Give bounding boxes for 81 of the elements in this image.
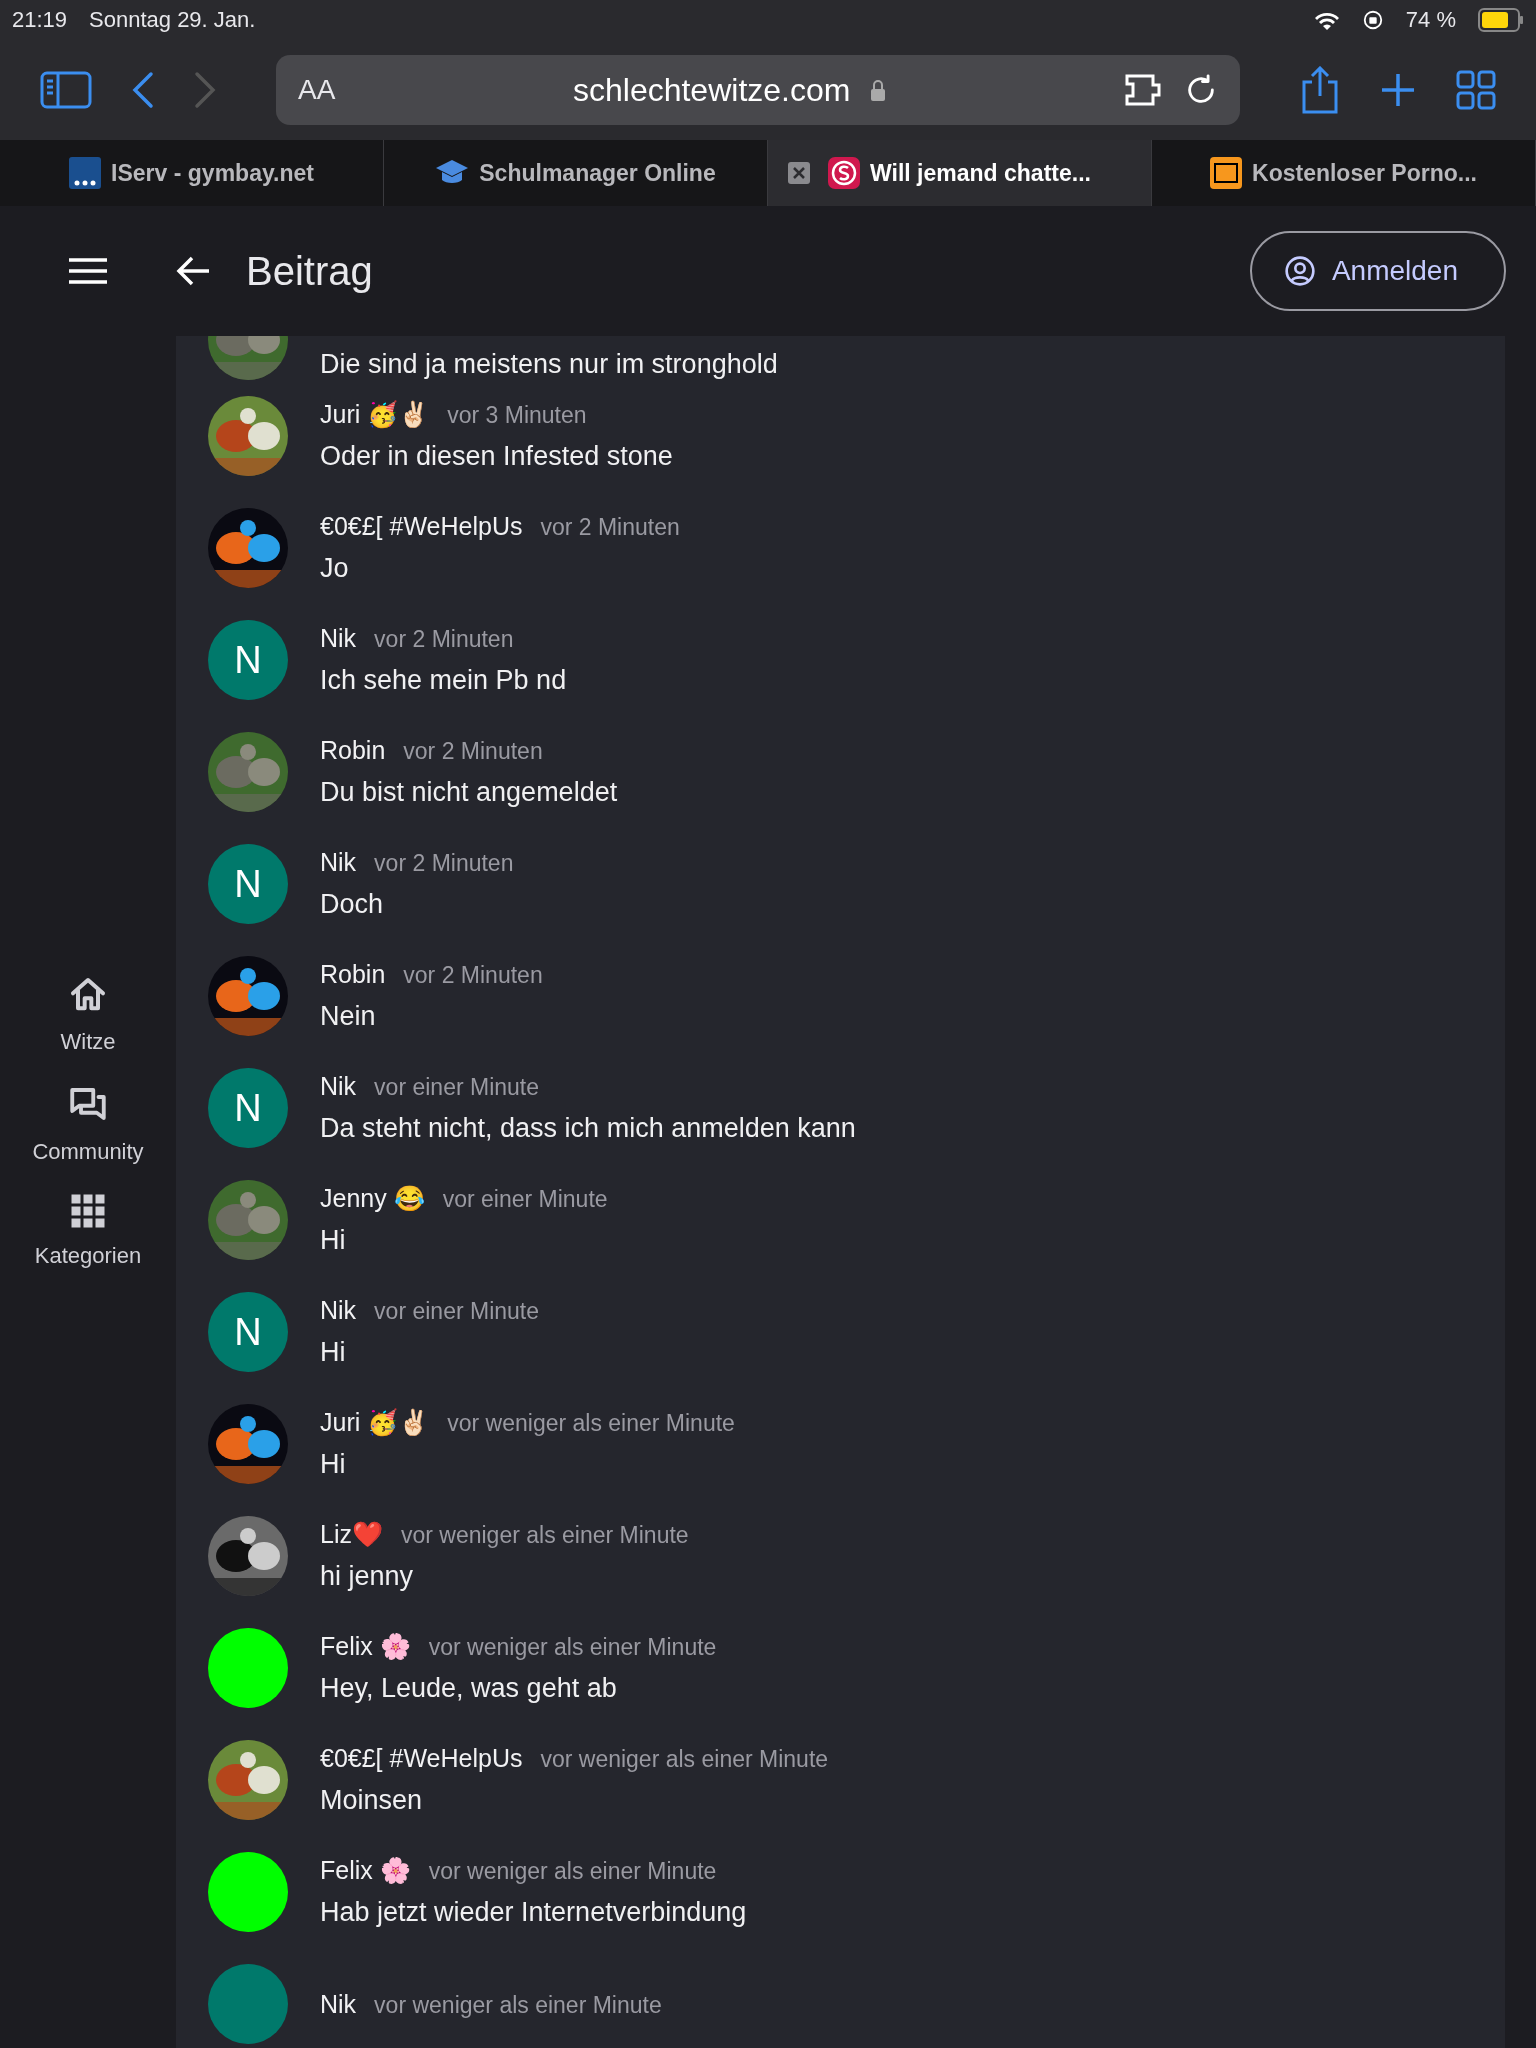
comment-time: vor einer Minute [442, 1186, 608, 1213]
comment-author: Felix 🌸 [320, 1632, 411, 1661]
comment-text: Hi [320, 1449, 347, 1480]
comment-author: Nik [320, 1989, 357, 2019]
comment-text: Jo [320, 553, 350, 584]
sidebar-item[interactable]: Kategorien [0, 1193, 176, 1269]
address-bar[interactable]: AA schlechtewitze.com [276, 55, 1240, 125]
avatar: N [208, 1068, 288, 1148]
comment-text: Da steht nicht, dass ich mich anmelden kann [320, 1113, 856, 1144]
favicon-icon [1210, 157, 1243, 189]
comment-text: Nein [320, 1001, 377, 1032]
comment-author: Juri 🥳✌🏻 [320, 400, 430, 429]
comment-author: Juri 🥳✌🏻 [320, 1408, 430, 1437]
status-time: 21:19 [12, 7, 68, 33]
comment-time: vor weniger als einer Minute [428, 1858, 717, 1885]
menu-icon[interactable] [69, 257, 107, 285]
close-icon[interactable] [788, 162, 810, 184]
comment-time: vor einer Minute [374, 1074, 540, 1101]
comment-time: vor 2 Minuten [403, 738, 543, 765]
comment-author: Robin [320, 736, 386, 765]
comment-text: Hi [320, 1225, 347, 1256]
browser-tab[interactable]: Will jemand chatte... [768, 140, 1152, 206]
page-title: Beitrag [246, 248, 373, 294]
favicon-icon [828, 157, 861, 189]
sidebar-item[interactable]: Witze [0, 975, 176, 1055]
wifi-icon [1313, 10, 1340, 30]
battery-level: 74 % [1405, 7, 1456, 33]
comment-author: Jenny 😂 [320, 1184, 425, 1213]
sidebar-item[interactable]: Community [0, 1083, 176, 1165]
grid-icon [70, 1193, 106, 1229]
lock-icon [870, 79, 887, 101]
back-arrow-icon[interactable] [176, 256, 210, 286]
comment-time: vor 2 Minuten [403, 962, 543, 989]
comment-author: €0€£[ #WeHelpUs [320, 1744, 523, 1773]
comment-text: Moinsen [320, 1785, 424, 1816]
comment-time: vor weniger als einer Minute [447, 1410, 735, 1437]
comment-text: hi jenny [320, 1561, 415, 1592]
comment-time: vor 2 Minuten [374, 850, 514, 877]
comment-author: Nik [320, 848, 357, 877]
avatar: N [208, 620, 288, 700]
comment-time: vor weniger als einer Minute [374, 1991, 662, 2019]
battery-icon [1478, 8, 1524, 32]
comment-author: Felix 🌸 [320, 1856, 411, 1885]
comment-time: vor 3 Minuten [447, 402, 587, 429]
comment-author: Robin [320, 960, 386, 989]
avatar: N [208, 1292, 288, 1372]
comment-time: vor 2 Minuten [540, 514, 680, 541]
comment-time: vor weniger als einer Minute [428, 1634, 717, 1661]
new-tab-icon[interactable] [1380, 72, 1416, 108]
browser-tab[interactable]: IServ - gymbay.net [0, 140, 384, 206]
user-icon [1283, 255, 1316, 287]
url-text: schlechtewitze.com [572, 71, 851, 109]
comment-text: Hey, Leude, was geht ab [320, 1673, 618, 1704]
comment-time: vor einer Minute [374, 1298, 540, 1325]
comment-text: Hi [320, 1337, 347, 1368]
status-date: Sonntag 29. Jan. [89, 7, 256, 33]
comment-author: Nik [320, 1072, 357, 1101]
browser-tab[interactable]: Kostenloser Porno... [1152, 140, 1536, 206]
comment-time: vor weniger als einer Minute [400, 1522, 689, 1549]
sidebar-icon[interactable] [40, 71, 92, 109]
comment-time: vor 2 Minuten [374, 626, 514, 653]
tabs-overview-icon[interactable] [1456, 70, 1496, 110]
login-button[interactable]: Anmelden [1249, 231, 1506, 311]
comment-text: Doch [320, 889, 385, 920]
back-icon[interactable] [132, 71, 154, 109]
comment-time: vor weniger als einer Minute [540, 1746, 829, 1773]
comment-text: Oder in diesen Infested stone [320, 441, 673, 472]
rotation-lock-icon [1361, 9, 1384, 31]
comment-author: Liz❤ [320, 1520, 383, 1549]
comment-text: Du bist nicht angemeldet [320, 777, 618, 808]
comment-author: Nik [320, 1296, 357, 1325]
comment-author: €0€£[ #WeHelpUs [320, 512, 523, 541]
comment-text: Ich sehe mein Pb nd [320, 665, 567, 696]
share-icon[interactable] [1300, 66, 1340, 114]
favicon-icon [69, 157, 102, 189]
avatar: N [208, 844, 288, 924]
comment-text: Hab jetzt wieder Internetverbindung [320, 1897, 747, 1928]
text-size-button[interactable]: AA [298, 74, 336, 106]
comment-text: Die sind ja meistens nur im stronghold [320, 349, 778, 380]
comment-author: Nik [320, 624, 357, 653]
extension-icon[interactable] [1124, 73, 1164, 107]
